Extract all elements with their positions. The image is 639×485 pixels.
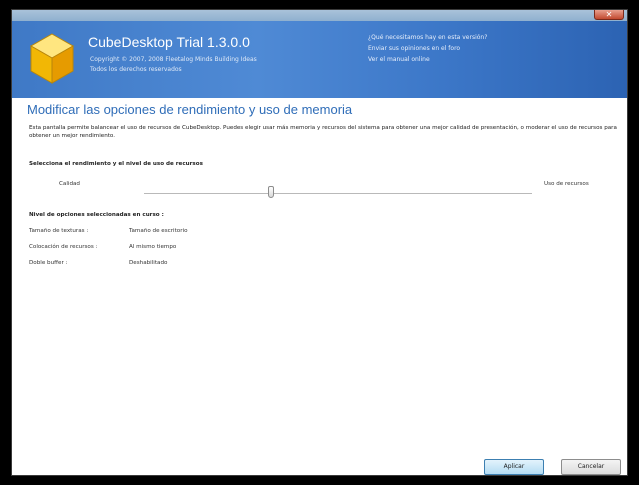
performance-slider-thumb[interactable] xyxy=(268,186,274,198)
close-button[interactable]: ✕ xyxy=(594,10,624,20)
title-bar[interactable]: ✕ xyxy=(12,10,627,21)
app-title: CubeDesktop Trial 1.3.0.0 xyxy=(88,34,250,50)
current-settings-title: Nivel de opciones seleccionadas en curso… xyxy=(29,212,164,218)
slider-right-label: Uso de recursos xyxy=(544,181,589,187)
whats-new-link[interactable]: ¿Qué necesitamos hay en esta versión? xyxy=(368,34,487,41)
apply-button[interactable]: Aplicar xyxy=(484,459,544,475)
online-manual-link[interactable]: Ver el manual online xyxy=(368,56,430,63)
slider-section-title: Selecciona el rendimiento y el nivel de … xyxy=(29,161,203,167)
setting-key: Tamaño de texturas : xyxy=(29,228,89,234)
setting-value: Tamaño de escritorio xyxy=(129,228,188,234)
performance-slider-track[interactable] xyxy=(144,193,532,194)
setting-value: Deshabilitado xyxy=(129,260,168,266)
page-description: Esta pantalla permite balancear el uso d… xyxy=(29,125,617,139)
cube-logo-icon xyxy=(29,33,75,84)
cancel-button[interactable]: Cancelar xyxy=(561,459,621,475)
setting-key: Colocación de recursos : xyxy=(29,244,98,250)
header-banner: CubeDesktop Trial 1.3.0.0 Copyright © 20… xyxy=(12,21,627,98)
setting-key: Doble buffer : xyxy=(29,260,68,266)
rights-text: Todos los derechos reservados xyxy=(90,66,182,73)
options-window: ✕ CubeDesktop Trial 1.3.0.0 Copyright © … xyxy=(11,9,628,476)
page-title: Modificar las opciones de rendimiento y … xyxy=(27,102,353,117)
slider-left-label: Calidad xyxy=(59,181,80,187)
setting-value: Al mismo tiempo xyxy=(129,244,177,250)
copyright-text: Copyright © 2007, 2008 Fleetalog Minds B… xyxy=(90,56,257,63)
forum-feedback-link[interactable]: Enviar sus opiniones en el foro xyxy=(368,45,460,52)
